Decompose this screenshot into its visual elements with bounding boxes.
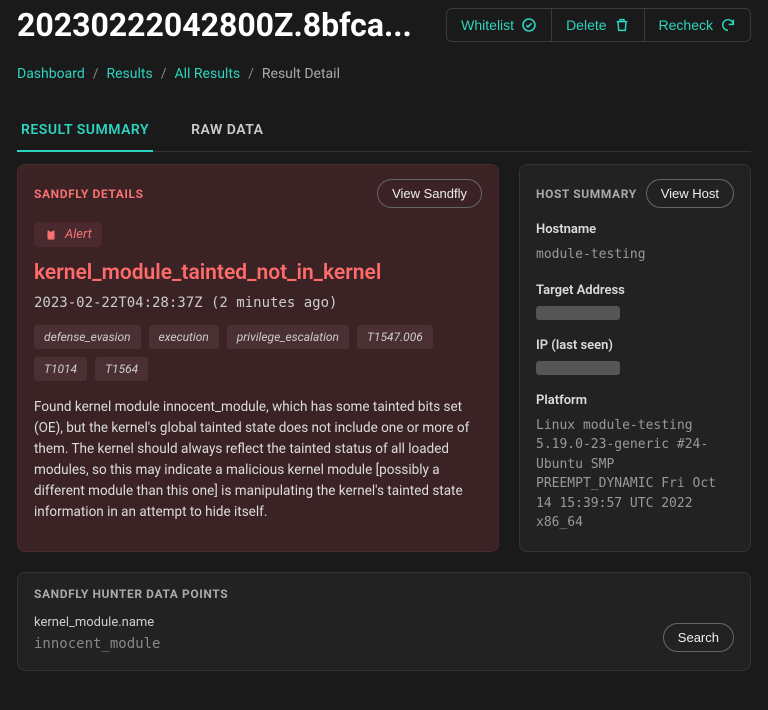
breadcrumb-dashboard[interactable]: Dashboard xyxy=(17,66,85,82)
finding-timestamp: 2023-02-22T04:28:37Z (2 minutes ago) xyxy=(34,295,482,311)
breadcrumb: Dashboard / Results / All Results / Resu… xyxy=(17,66,751,82)
tag[interactable]: T1564 xyxy=(95,357,148,381)
alert-badge-label: Alert xyxy=(65,227,92,242)
refresh-icon xyxy=(720,17,736,33)
data-point-value: innocent_module xyxy=(34,636,647,652)
breadcrumb-all-results[interactable]: All Results xyxy=(175,66,241,82)
field-target-address: Target Address xyxy=(536,283,734,320)
sandfly-panel-header: SANDFLY DETAILS View Sandfly xyxy=(34,179,482,208)
tab-result-summary[interactable]: RESULT SUMMARY xyxy=(17,112,153,152)
hostname-value: module-testing xyxy=(536,245,734,265)
finding-name: kernel_module_tainted_not_in_kernel xyxy=(34,261,482,285)
recheck-label: Recheck xyxy=(659,17,713,33)
breadcrumb-sep: / xyxy=(161,66,167,82)
host-panel-header: HOST SUMMARY View Host xyxy=(536,179,734,208)
hostname-label: Hostname xyxy=(536,222,734,237)
delete-button[interactable]: Delete xyxy=(552,9,644,41)
finding-description: Found kernel module innocent_module, whi… xyxy=(34,397,482,523)
main-content: SANDFLY DETAILS View Sandfly Alert kerne… xyxy=(17,164,751,552)
sandfly-panel-title: SANDFLY DETAILS xyxy=(34,187,144,201)
tag[interactable]: defense_evasion xyxy=(34,325,141,349)
view-host-button[interactable]: View Host xyxy=(646,179,734,208)
breadcrumb-results[interactable]: Results xyxy=(107,66,153,82)
target-address-redacted xyxy=(536,306,620,320)
breadcrumb-sep: / xyxy=(93,66,99,82)
trash-icon xyxy=(614,17,630,33)
field-ip: IP (last seen) xyxy=(536,338,734,375)
host-summary-panel: HOST SUMMARY View Host Hostname module-t… xyxy=(519,164,751,552)
delete-label: Delete xyxy=(566,17,606,33)
hunter-data-points-panel: SANDFLY HUNTER DATA POINTS kernel_module… xyxy=(17,572,751,671)
header-actions: Whitelist Delete Recheck xyxy=(446,8,751,42)
whitelist-label: Whitelist xyxy=(461,17,514,33)
clipboard-icon xyxy=(44,228,58,242)
whitelist-button[interactable]: Whitelist xyxy=(447,9,552,41)
data-point-key: kernel_module.name xyxy=(34,615,647,630)
breadcrumb-sep: / xyxy=(248,66,254,82)
page-title: 20230222042800Z.8bfca... xyxy=(17,6,434,44)
breadcrumb-current: Result Detail xyxy=(262,66,340,82)
hunter-panel-title: SANDFLY HUNTER DATA POINTS xyxy=(34,587,734,601)
view-sandfly-button[interactable]: View Sandfly xyxy=(377,179,482,208)
tag[interactable]: privilege_escalation xyxy=(227,325,349,349)
page-header: 20230222042800Z.8bfca... Whitelist Delet… xyxy=(17,0,751,44)
tab-raw-data[interactable]: RAW DATA xyxy=(187,112,267,152)
tags-list: defense_evasion execution privilege_escala… xyxy=(34,325,482,381)
host-panel-title: HOST SUMMARY xyxy=(536,187,637,201)
target-address-label: Target Address xyxy=(536,283,734,298)
check-circle-icon xyxy=(521,17,537,33)
data-point: kernel_module.name innocent_module xyxy=(34,615,647,652)
tag[interactable]: T1014 xyxy=(34,357,87,381)
ip-label: IP (last seen) xyxy=(536,338,734,353)
platform-label: Platform xyxy=(536,393,734,408)
data-point-row: kernel_module.name innocent_module Searc… xyxy=(34,615,734,652)
field-platform: Platform Linux module-testing 5.19.0-23-… xyxy=(536,393,734,533)
alert-badge: Alert xyxy=(34,222,102,247)
ip-redacted xyxy=(536,361,620,375)
tabs: RESULT SUMMARY RAW DATA xyxy=(17,112,751,152)
field-hostname: Hostname module-testing xyxy=(536,222,734,265)
tag[interactable]: T1547.006 xyxy=(357,325,433,349)
platform-value: Linux module-testing 5.19.0-23-generic #… xyxy=(536,416,734,533)
recheck-button[interactable]: Recheck xyxy=(645,9,750,41)
search-button[interactable]: Search xyxy=(663,623,734,652)
sandfly-details-panel: SANDFLY DETAILS View Sandfly Alert kerne… xyxy=(17,164,499,552)
tag[interactable]: execution xyxy=(149,325,219,349)
